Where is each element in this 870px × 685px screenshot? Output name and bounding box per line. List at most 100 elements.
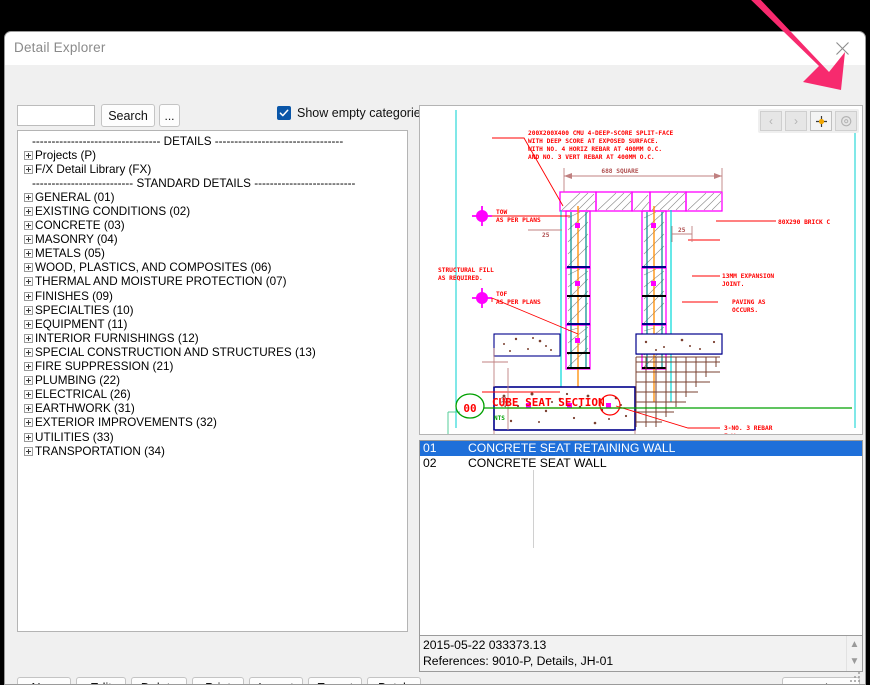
detail-info-scrollbar[interactable]: ▲ ▼ — [846, 636, 862, 671]
expand-icon[interactable] — [24, 432, 33, 442]
expand-icon[interactable] — [24, 305, 33, 315]
tree-item[interactable]: TRANSPORTATION (34) — [18, 444, 407, 458]
tree-item-label: ELECTRICAL (26) — [35, 388, 131, 402]
tree-item-label: PLUMBING (22) — [35, 374, 121, 388]
expand-icon[interactable] — [24, 150, 33, 160]
tree-item[interactable]: GENERAL (01) — [18, 190, 407, 204]
zoom-icon — [840, 115, 851, 126]
tree-item-label: EXISTING CONDITIONS (02) — [35, 205, 191, 219]
tree-item[interactable]: EARTHWORK (31) — [18, 402, 407, 416]
tree-item-label: GENERAL (01) — [35, 190, 115, 204]
expand-icon[interactable] — [24, 418, 33, 428]
expand-icon[interactable] — [24, 362, 33, 372]
cad-note-tow-1: TOW — [496, 209, 507, 216]
detail-list-row[interactable]: 01 CONCRETE SEAT RETAINING WALL — [420, 441, 862, 456]
tree-item[interactable]: SPECIAL CONSTRUCTION AND STRUCTURES (13) — [18, 345, 407, 359]
expand-icon[interactable] — [24, 390, 33, 400]
tree-item-label: THERMAL AND MOISTURE PROTECTION (07) — [35, 275, 287, 289]
detail-list-row[interactable]: 02 CONCRETE SEAT WALL — [420, 456, 862, 471]
expand-icon[interactable] — [24, 277, 33, 287]
tree-item[interactable]: THERMAL AND MOISTURE PROTECTION (07) — [18, 275, 407, 289]
cad-note-rebar-2: E.W. — [724, 433, 739, 435]
detail-name: CONCRETE SEAT WALL — [468, 455, 607, 470]
tree-item[interactable]: FIRE SUPPRESSION (21) — [18, 360, 407, 374]
expand-icon[interactable] — [24, 192, 33, 202]
export-button[interactable]: Export — [308, 677, 362, 684]
expand-icon[interactable] — [24, 376, 33, 386]
tree-item-label: FIRE SUPPRESSION (21) — [35, 360, 174, 374]
zoom-extents-button[interactable] — [835, 111, 857, 131]
edit-button[interactable]: Edit — [76, 677, 126, 684]
batch-button[interactable]: Batch — [367, 677, 421, 684]
next-detail-button[interactable]: › — [785, 111, 807, 131]
tree-item[interactable]: PLUMBING (22) — [18, 374, 407, 388]
expand-icon[interactable] — [24, 446, 33, 456]
tree-separator: -------------------------- STANDARD DETA… — [18, 176, 407, 190]
print-button[interactable]: Print — [192, 677, 244, 684]
cad-note-tof-2: AS PER PLANS — [496, 299, 541, 306]
tree-item[interactable]: MASONRY (04) — [18, 233, 407, 247]
expand-icon[interactable] — [24, 235, 33, 245]
new-button[interactable]: New — [17, 677, 71, 684]
resize-grip[interactable] — [850, 672, 862, 684]
detail-info-text: 2015-05-22 033373.13 References: 9010-P,… — [423, 637, 613, 669]
tree-item[interactable]: ELECTRICAL (26) — [18, 388, 407, 402]
tree-item[interactable]: INTERIOR FURNISHINGS (12) — [18, 331, 407, 345]
tree-item[interactable]: Projects (P) — [18, 148, 407, 162]
expand-icon[interactable] — [24, 263, 33, 273]
detail-number: 02 — [423, 455, 437, 470]
previous-detail-button-glyph: ‹ — [769, 114, 773, 128]
check-icon — [279, 109, 289, 117]
tof-marker — [472, 288, 492, 308]
expand-icon[interactable] — [24, 207, 33, 217]
delete-button[interactable]: Delete — [131, 677, 187, 684]
expand-icon[interactable] — [24, 221, 33, 231]
tree-item-label: WOOD, PLASTICS, AND COMPOSITES (06) — [35, 261, 272, 275]
pan-button[interactable] — [810, 111, 832, 131]
tree-item[interactable]: WOOD, PLASTICS, AND COMPOSITES (06) — [18, 261, 407, 275]
preview-toolbar: ‹ › — [758, 109, 859, 133]
tree-item[interactable]: F/X Detail Library (FX) — [18, 162, 407, 176]
cad-note-fill-1: STRUCTURAL FILL — [438, 267, 494, 274]
cad-drawing: 200X200X400 CMU 4-DEEP-SCORE SPLIT-FACE … — [438, 110, 856, 435]
search-input[interactable] — [17, 105, 95, 126]
expand-icon[interactable] — [24, 347, 33, 357]
tree-item[interactable]: FINISHES (09) — [18, 289, 407, 303]
detail-list[interactable]: 01 CONCRETE SEAT RETAINING WALL 02 CONCRETE… — [419, 440, 863, 665]
tree-item[interactable]: METALS (05) — [18, 247, 407, 261]
dialog-body: Search ... Show empty categories -------… — [5, 65, 865, 684]
tree-item-label: SPECIALTIES (10) — [35, 303, 134, 317]
cad-note-cmu-4: AND NO. 3 VERT REBAR AT 400MM O.C. — [528, 154, 655, 161]
previous-detail-button[interactable]: ‹ — [760, 111, 782, 131]
expand-icon[interactable] — [24, 249, 33, 259]
tree-item[interactable]: SPECIALTIES (10) — [18, 303, 407, 317]
chevron-up-icon[interactable]: ▲ — [850, 639, 860, 650]
show-empty-categories-checkbox[interactable]: Show empty categories — [277, 106, 427, 120]
detail-info-box: 2015-05-22 033373.13 References: 9010-P,… — [419, 635, 863, 672]
expand-icon[interactable] — [24, 164, 33, 174]
checkbox-box — [277, 106, 291, 120]
show-empty-categories-label: Show empty categories — [297, 106, 427, 120]
tree-item[interactable]: EXTERIOR IMPROVEMENTS (32) — [18, 416, 407, 430]
cad-note-tow-2: AS PER PLANS — [496, 217, 541, 224]
category-tree[interactable]: --------------------------------- DETAIL… — [17, 130, 408, 632]
import-button[interactable]: Import — [249, 677, 303, 684]
browse-button[interactable]: ... — [159, 104, 180, 127]
cad-drawing-title: CUBE SEAT SECTION — [492, 396, 605, 409]
chevron-down-icon[interactable]: ▼ — [850, 657, 860, 667]
tree-item[interactable]: EXISTING CONDITIONS (02) — [18, 204, 407, 218]
expand-icon[interactable] — [24, 404, 33, 414]
expand-icon[interactable] — [24, 291, 33, 301]
tree-item[interactable]: UTILITIES (33) — [18, 430, 407, 444]
cad-note-brick: 80X290 BRICK C — [778, 219, 830, 226]
tree-item-label: CONCRETE (03) — [35, 219, 125, 233]
close-button[interactable] — [819, 32, 865, 65]
close-icon — [835, 42, 849, 55]
exit-button[interactable]: Exit — [782, 677, 860, 684]
expand-icon[interactable] — [24, 319, 33, 329]
search-button[interactable]: Search — [101, 104, 155, 127]
tree-item[interactable]: EQUIPMENT (11) — [18, 317, 407, 331]
detail-name: CONCRETE SEAT RETAINING WALL — [468, 441, 676, 456]
expand-icon[interactable] — [24, 333, 33, 343]
tree-item[interactable]: CONCRETE (03) — [18, 219, 407, 233]
